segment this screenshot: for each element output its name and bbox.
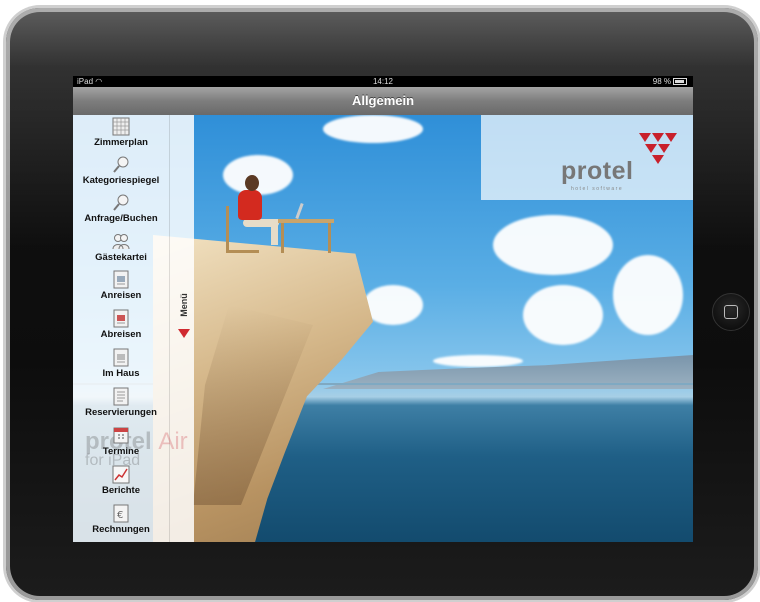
sidebar-item-im-haus[interactable]: Im Haus: [73, 348, 169, 386]
home-button[interactable]: [712, 293, 750, 331]
person-torso: [238, 190, 262, 220]
sidebar-item-reservierungen[interactable]: Reservierungen: [73, 387, 169, 425]
logo-tagline: hotel software: [571, 186, 624, 192]
sidebar-item-label: Gästekartei: [95, 252, 147, 263]
person-shin: [271, 219, 278, 245]
cloud: [523, 285, 603, 345]
sidebar-item-label: Im Haus: [102, 368, 140, 379]
svg-text:€: €: [117, 510, 123, 521]
sidebar-item-gaestekartei[interactable]: Gästekartei: [73, 232, 169, 270]
sidebar-item-label: Kategoriespiegel: [82, 175, 160, 186]
invoice-icon: €: [113, 504, 129, 523]
desk-leg: [328, 223, 331, 253]
sidebar-item-berichte[interactable]: Berichte: [73, 465, 169, 503]
protel-logo: protel: [561, 157, 634, 185]
sidebar-item-anreisen[interactable]: Anreisen: [73, 270, 169, 308]
logo-triangle-icon: [639, 133, 651, 142]
sidebar-item-anfrage-buchen[interactable]: Anfrage/Buchen: [73, 193, 169, 231]
menu-tab-label: Menü: [179, 293, 189, 317]
navigation-bar: Allgemein: [73, 87, 693, 116]
search-booking-icon: [113, 194, 129, 211]
page-title: Allgemein: [351, 93, 415, 108]
sidebar-item-termine[interactable]: Termine: [73, 426, 169, 464]
status-bar: iPad ◠ 14:12 98 %: [73, 76, 693, 87]
logo-triangle-icon: [645, 144, 657, 153]
desk: [278, 219, 334, 223]
sidebar-item-label: Reservierungen: [85, 407, 157, 418]
menu-arrow-icon: [178, 329, 190, 338]
logo-triangle-icon: [652, 133, 664, 142]
status-time: 14:12: [372, 77, 394, 86]
sidebar-item-label: Anreisen: [100, 290, 142, 301]
cloud: [323, 115, 423, 143]
calendar-icon: [113, 427, 129, 444]
sidebar-item-label: Berichte: [101, 485, 140, 496]
battery-status: 98 %: [653, 76, 687, 87]
sidebar-item-label: Termine: [102, 446, 140, 457]
menu-toggle-tab[interactable]: Menü: [174, 282, 194, 342]
chart-icon: [112, 465, 130, 484]
logo-triangle-icon: [652, 155, 664, 164]
cloud: [493, 215, 613, 275]
sidebar-item-rechnungen[interactable]: € Rechnungen: [73, 504, 169, 542]
sidebar-divider: [169, 115, 170, 542]
sidebar-item-label: Anfrage/Buchen: [84, 213, 158, 224]
in-house-icon: [113, 348, 129, 367]
grid-plan-icon: [112, 117, 130, 136]
desk-leg: [281, 223, 284, 253]
sidebar-item-label: Zimmerplan: [94, 137, 148, 148]
screen: iPad ◠ 14:12 98 % Allgemein protel hotel…: [73, 76, 693, 542]
battery-icon: [673, 78, 687, 86]
sidebar-item-zimmerplan[interactable]: Zimmerplan: [73, 117, 169, 155]
laptop: [295, 202, 304, 220]
logo-triangle-icon: [665, 133, 677, 142]
cloud: [613, 255, 683, 335]
sidebar-item-abreisen[interactable]: Abreisen: [73, 309, 169, 347]
guests-icon: [112, 234, 130, 250]
cloud: [223, 155, 293, 195]
logo-triangle-icon: [658, 144, 670, 153]
home-square-icon: [724, 305, 738, 319]
logo-panel: protel hotel software: [481, 115, 693, 200]
arrival-icon: [113, 270, 129, 289]
sidebar-item-kategoriespiegel[interactable]: Kategoriespiegel: [73, 155, 169, 193]
person-head: [245, 175, 259, 191]
sidebar-item-label: Rechnungen: [92, 524, 150, 535]
departure-icon: [113, 309, 129, 328]
magnifier-icon: [113, 156, 129, 173]
reservations-icon: [113, 387, 129, 406]
cloud: [433, 355, 523, 367]
sidebar-item-label: Abreisen: [100, 329, 142, 340]
